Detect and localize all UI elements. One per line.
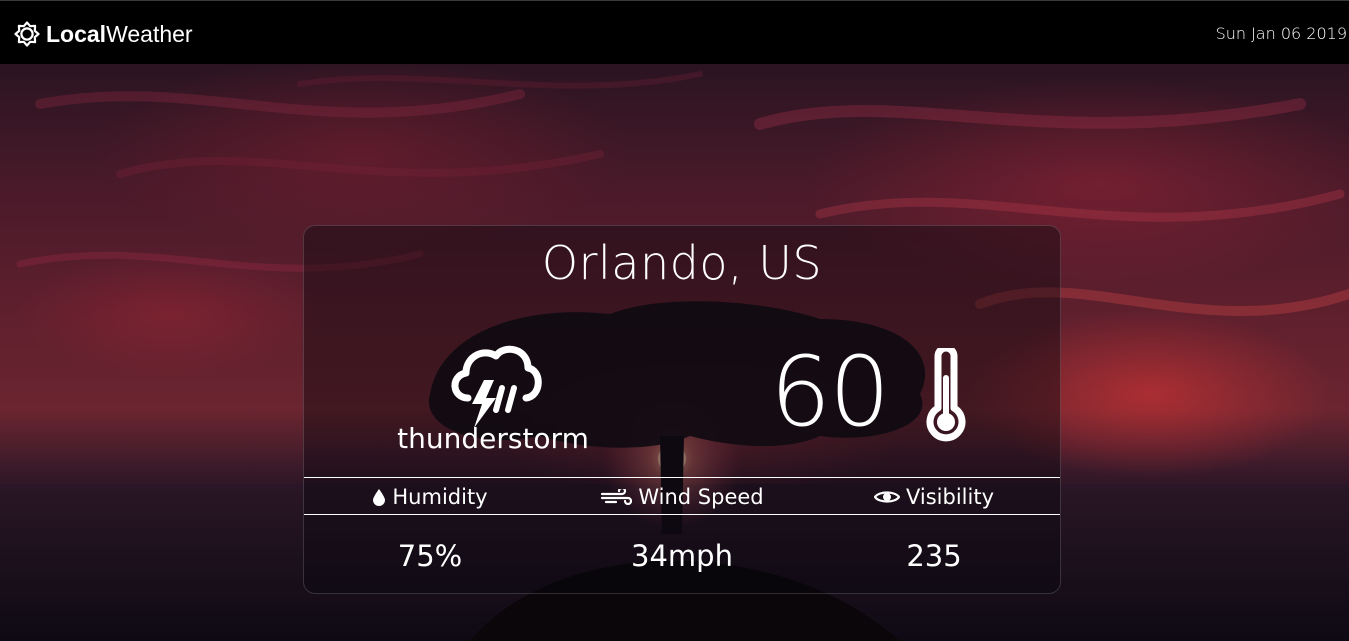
eye-icon [873, 491, 900, 503]
weather-condition: thunderstorm [397, 422, 589, 455]
temperature-value: 60 [770, 336, 890, 448]
brand-name: LocalWeather [46, 20, 193, 48]
visibility-label-text: Visibility [905, 485, 994, 509]
visibility-label: Visibility [808, 483, 1060, 511]
wind-speed-label: Wind Speed [556, 483, 808, 511]
weather-card: Orlando, US thunderstorm 60 Humidity Win… [303, 225, 1061, 594]
location-name: Orlando, US [541, 236, 823, 290]
thermometer-icon [926, 348, 966, 442]
current-date: Sun Jan 06 2019 [1215, 24, 1347, 43]
brand-name-regular: Weather [106, 21, 193, 47]
brand-name-bold: Local [46, 21, 107, 47]
droplet-icon [373, 489, 386, 506]
stats-top-divider [304, 477, 1060, 478]
humidity-label-text: Humidity [392, 485, 488, 509]
thunderstorm-icon [451, 345, 542, 428]
wind-speed-label-text: Wind Speed [638, 485, 764, 509]
wind-icon [601, 489, 633, 505]
stats-bottom-divider [304, 514, 1060, 515]
humidity-label: Humidity [304, 483, 556, 511]
app-brand[interactable]: LocalWeather [14, 20, 193, 48]
sun-outline-icon [14, 21, 40, 47]
top-navbar: LocalWeather Sun Jan 06 2019 [0, 0, 1349, 64]
visibility-value: 235 [906, 539, 962, 573]
wind-speed-value: 34mph [631, 539, 733, 573]
humidity-value: 75% [397, 539, 463, 573]
